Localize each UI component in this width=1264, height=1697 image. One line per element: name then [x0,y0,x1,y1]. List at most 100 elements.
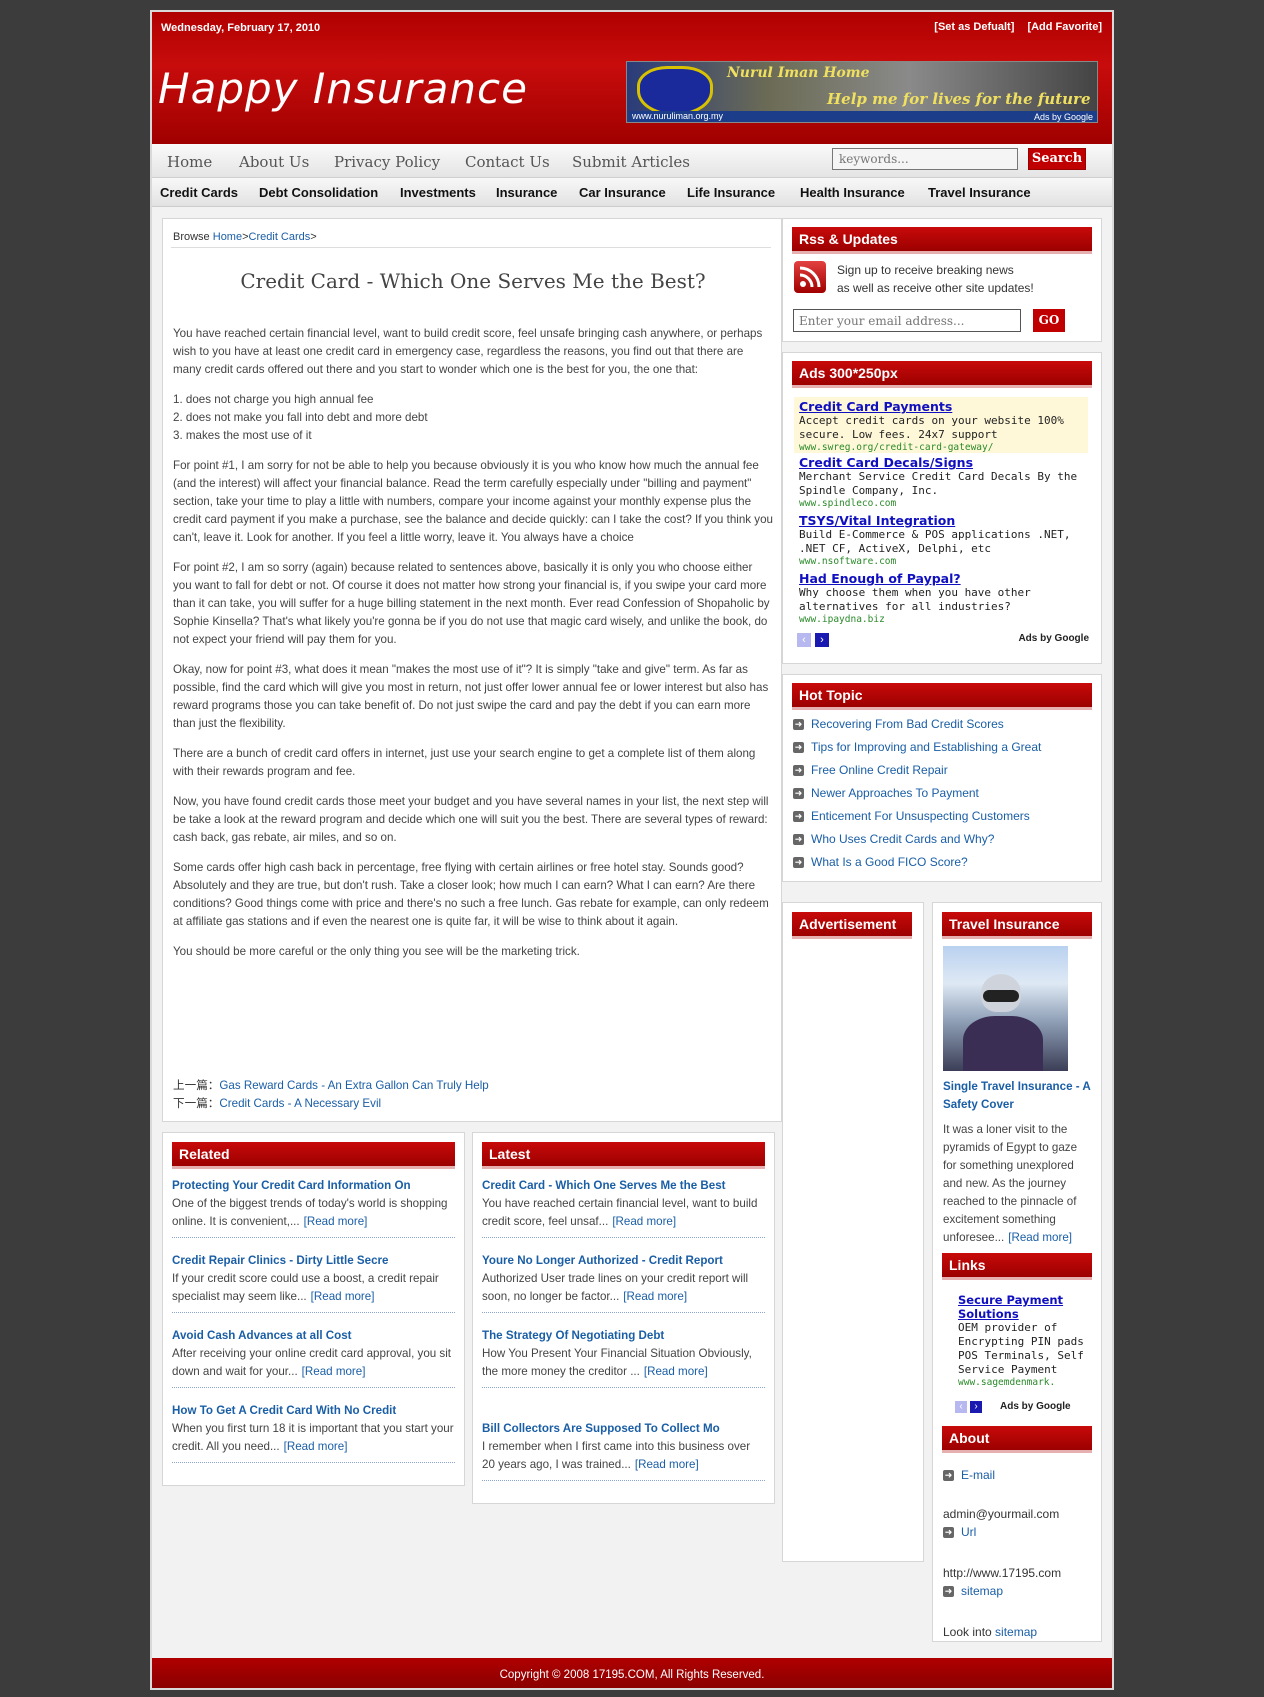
banner-url: www.nuruliman.org.my [629,111,1097,122]
hot-topic-item[interactable]: ➜ Recovering From Bad Credit Scores [793,717,1004,731]
about-look-into: Look into sitemap [943,1625,1037,1639]
hot-topic-link[interactable]: Recovering From Bad Credit Scores [811,717,1004,731]
read-more-link[interactable]: [Read more] [623,1290,687,1303]
travel-post-body: It was a loner visit to the pyramids of … [943,1121,1093,1247]
breadcrumb-home[interactable]: Home [213,231,242,243]
related-post-title[interactable]: Avoid Cash Advances at all Cost [172,1327,455,1345]
ads-heading: Ads 300*250px [792,361,1092,388]
latest-post: Bill Collectors Are Supposed To Collect … [482,1420,765,1481]
subscribe-go-button[interactable]: GO [1033,309,1065,332]
ad-title[interactable]: Credit Card Payments [799,399,1083,414]
hot-topic-item[interactable]: ➜ Newer Approaches To Payment [793,786,979,800]
cat-credit-cards[interactable]: Credit Cards [160,185,238,200]
about-sitemap-label[interactable]: sitemap [961,1584,1003,1598]
heart-logo-icon [637,66,713,116]
read-more-link[interactable]: [Read more] [612,1215,676,1228]
ad-item[interactable]: Had Enough of Paypal? Why choose them wh… [794,571,1088,625]
hot-topic-link[interactable]: What Is a Good FICO Score? [811,855,968,869]
links-next-icon[interactable]: › [970,1401,982,1413]
travel-photo[interactable] [943,946,1068,1071]
ads-box: Ads 300*250px Credit Card Payments Accep… [782,352,1102,664]
search-input[interactable] [832,148,1018,170]
email-input[interactable] [793,309,1021,332]
site-logo[interactable]: Happy Insurance [158,64,528,113]
read-more-link[interactable]: [Read more] [304,1215,368,1228]
ad-item[interactable]: Credit Card Decals/Signs Merchant Servic… [794,455,1088,509]
cat-health-insurance[interactable]: Health Insurance [800,185,905,200]
hot-topic-item[interactable]: ➜ What Is a Good FICO Score? [793,855,968,869]
hot-topic-link[interactable]: Newer Approaches To Payment [811,786,979,800]
cat-life-insurance[interactable]: Life Insurance [687,185,775,200]
breadcrumb-category[interactable]: Credit Cards [249,231,311,243]
next-article-link[interactable]: Credit Cards - A Necessary Evil [219,1097,381,1110]
banner-line1: Nurul Iman Home [727,65,870,81]
arrow-right-icon: ➜ [943,1527,954,1539]
related-post: How To Get A Credit Card With No Credit … [172,1402,455,1463]
links-ad-desc: OEM provider of Encrypting PIN pads POS … [958,1321,1084,1376]
ad-desc: Merchant Service Credit Card Decals By t… [799,470,1078,497]
ad-item[interactable]: TSYS/Vital Integration Build E-Commerce … [794,513,1088,567]
add-favorite-link[interactable]: [Add Favorite] [1027,21,1102,33]
ad-item[interactable]: Credit Card Payments Accept credit cards… [794,397,1088,453]
links-ads-by-google[interactable]: Ads by Google [1000,1401,1071,1412]
hot-topic-link[interactable]: Tips for Improving and Establishing a Gr… [811,740,1041,754]
about-email-row[interactable]: ➜ E-mail [943,1468,995,1482]
nav-contact-us[interactable]: Contact Us [465,153,550,171]
read-more-link[interactable]: [Read more] [635,1458,699,1471]
links-ad-title[interactable]: Secure Payment Solutions [958,1293,1088,1321]
read-more-link[interactable]: [Read more] [644,1365,708,1378]
about-url-label[interactable]: Url [961,1525,976,1539]
cat-investments[interactable]: Investments [400,185,476,200]
nav-home[interactable]: Home [167,153,212,171]
set-default-link[interactable]: [Set as Defualt] [934,21,1014,33]
cat-insurance[interactable]: Insurance [496,185,557,200]
banner-ad[interactable]: Nurul Iman Home Help me for lives for th… [626,61,1098,123]
cat-car-insurance[interactable]: Car Insurance [579,185,666,200]
ads-by-google[interactable]: Ads by Google [1018,633,1089,644]
look-into-sitemap-link[interactable]: sitemap [995,1625,1037,1639]
about-email-label[interactable]: E-mail [961,1468,995,1482]
site-footer: Copyright © 2008 17195.COM, All Rights R… [152,1658,1112,1688]
ad-title[interactable]: TSYS/Vital Integration [799,513,1083,528]
read-more-link[interactable]: [Read more] [311,1290,375,1303]
read-more-link[interactable]: [Read more] [1008,1231,1072,1244]
cat-debt-consolidation[interactable]: Debt Consolidation [259,185,378,200]
hot-topic-link[interactable]: Who Uses Credit Cards and Why? [811,832,994,846]
about-sitemap-row[interactable]: ➜ sitemap [943,1584,1003,1598]
links-ad[interactable]: Secure Payment Solutions OEM provider of… [958,1293,1088,1388]
hot-topic-item[interactable]: ➜ Tips for Improving and Establishing a G… [793,740,1041,754]
hot-topic-link[interactable]: Free Online Credit Repair [811,763,948,777]
prev-article-link[interactable]: Gas Reward Cards - An Extra Gallon Can T… [219,1079,488,1092]
links-prev-icon[interactable]: ‹ [955,1401,967,1413]
related-post-title[interactable]: Credit Repair Clinics - Dirty Little Sec… [172,1252,455,1270]
arrow-right-icon: ➜ [793,811,804,823]
hot-topic-link[interactable]: Enticement For Unsuspecting Customers [811,809,1030,823]
latest-post-title[interactable]: Bill Collectors Are Supposed To Collect … [482,1420,765,1438]
travel-heading: Travel Insurance [942,912,1092,939]
rss-icon[interactable] [794,261,826,293]
ad-title[interactable]: Had Enough of Paypal? [799,571,1083,586]
nav-privacy-policy[interactable]: Privacy Policy [334,153,440,171]
latest-post-title[interactable]: The Strategy Of Negotiating Debt [482,1327,765,1345]
latest-post-title[interactable]: Credit Card - Which One Serves Me the Be… [482,1177,765,1195]
latest-heading: Latest [482,1142,765,1169]
ads-prev-icon[interactable]: ‹ [797,633,811,647]
nav-about-us[interactable]: About Us [239,153,309,171]
related-post-title[interactable]: How To Get A Credit Card With No Credit [172,1402,455,1420]
hot-topic-item[interactable]: ➜ Free Online Credit Repair [793,763,948,777]
ad-title[interactable]: Credit Card Decals/Signs [799,455,1083,470]
travel-post-title[interactable]: Single Travel Insurance - A Safety Cover [943,1078,1093,1114]
cat-travel-insurance[interactable]: Travel Insurance [928,185,1031,200]
hot-topic-item[interactable]: ➜ Who Uses Credit Cards and Why? [793,832,994,846]
latest-post-title[interactable]: Youre No Longer Authorized - Credit Repo… [482,1252,765,1270]
about-url-row[interactable]: ➜ Url [943,1525,976,1539]
read-more-link[interactable]: [Read more] [302,1365,366,1378]
read-more-link[interactable]: [Read more] [284,1440,348,1453]
search-button[interactable]: Search [1028,148,1086,170]
article-paragraph: Some cards offer high cash back in perce… [173,861,769,928]
related-post-title[interactable]: Protecting Your Credit Card Information … [172,1177,455,1195]
links-heading: Links [942,1253,1092,1280]
ads-next-icon[interactable]: › [815,633,829,647]
hot-topic-item[interactable]: ➜ Enticement For Unsuspecting Customers [793,809,1030,823]
nav-submit-articles[interactable]: Submit Articles [572,153,690,171]
